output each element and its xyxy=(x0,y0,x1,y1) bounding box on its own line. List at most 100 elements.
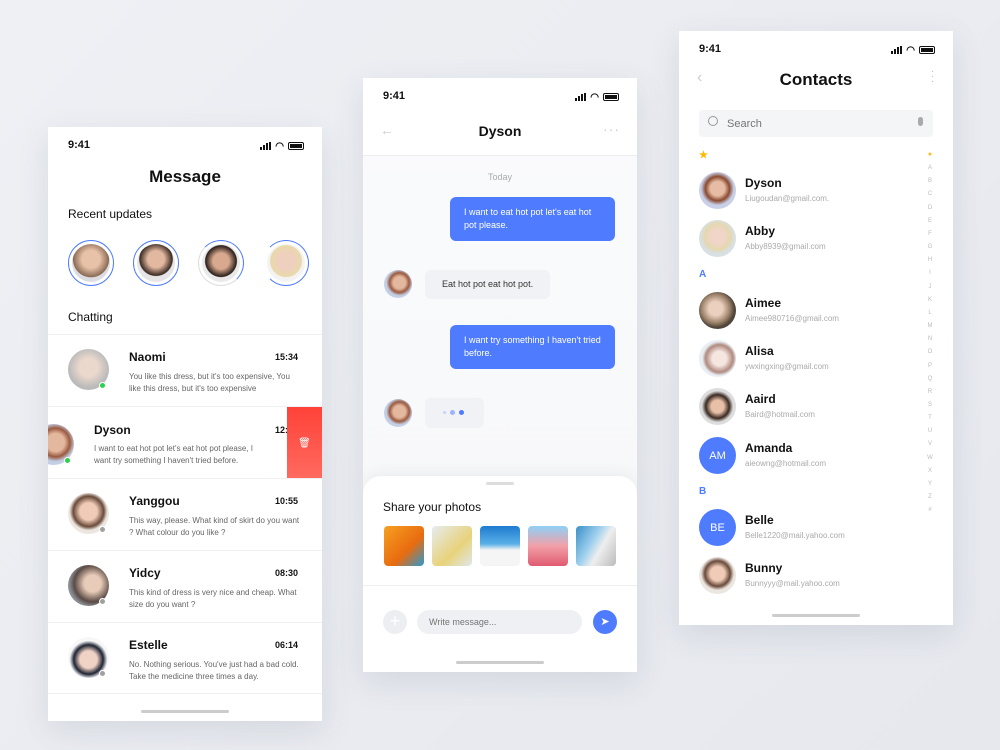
chat-name: Yanggou xyxy=(129,494,180,508)
index-letter[interactable]: V xyxy=(925,438,935,451)
index-letter[interactable]: J xyxy=(925,281,935,294)
search-bar[interactable] xyxy=(699,110,933,137)
index-letter[interactable]: U xyxy=(925,425,935,438)
contact-email: Aimee980716@gmail.com xyxy=(745,314,839,323)
status-bar: 9:41 ◠ xyxy=(383,90,619,104)
status-bar: 9:41 ◠ xyxy=(68,139,304,153)
trash-icon: 🗑 xyxy=(298,437,311,449)
index-letter[interactable]: D xyxy=(925,202,935,215)
index-letter[interactable]: F xyxy=(925,228,935,241)
index-letter[interactable]: A xyxy=(925,162,935,175)
contact-email: Abby8939@gmail.com xyxy=(745,242,826,251)
delete-button[interactable]: 🗑 xyxy=(287,407,322,478)
index-letter[interactable]: C xyxy=(925,188,935,201)
story-avatar[interactable] xyxy=(198,240,244,286)
contact-name: Aimee xyxy=(745,296,782,310)
chat-row-swiped[interactable]: Dyson12:32I want to eat hot pot let's ea… xyxy=(48,406,322,478)
search-input[interactable] xyxy=(727,110,897,137)
add-attachment-button[interactable]: + xyxy=(383,610,407,634)
message-bubble-received: Eat hot pot eat hot pot. xyxy=(425,270,551,299)
avatar xyxy=(699,388,736,425)
chatting-label: Chatting xyxy=(68,310,113,324)
contact-email: Baird@hotmail.com xyxy=(745,410,815,419)
chat-name: Dyson xyxy=(94,423,131,437)
index-letter[interactable]: E xyxy=(925,215,935,228)
index-letter[interactable]: Q xyxy=(925,373,935,386)
index-letter[interactable]: N xyxy=(925,333,935,346)
index-letter[interactable]: Z xyxy=(925,491,935,504)
contact-name: Belle xyxy=(745,513,774,527)
index-letter[interactable]: T xyxy=(925,412,935,425)
alphabet-index[interactable]: ★ A B C D E F G H I J K L M N O P Q R S T U V W X Y Z # xyxy=(925,149,935,517)
index-letter[interactable]: Y xyxy=(925,478,935,491)
more-icon[interactable]: ··· xyxy=(603,121,620,137)
index-letter[interactable]: L xyxy=(925,307,935,320)
typing-indicator xyxy=(425,398,484,428)
chat-row[interactable]: Naomi 15:34 You like this dress, but it's … xyxy=(48,334,322,406)
contact-name: Bunny xyxy=(745,561,783,575)
contact-email: Liugoudan@gmail.com. xyxy=(745,194,830,203)
send-button[interactable]: ➤ xyxy=(593,610,617,634)
chat-time: 06:14 xyxy=(274,640,298,650)
contact-email: Bunnyyy@mail.yahoo.com xyxy=(745,579,840,588)
contact-email: Belle1220@mail.yahoo.com xyxy=(745,531,845,540)
photo-thumbnail[interactable] xyxy=(480,526,520,566)
section-letter: A xyxy=(699,269,707,280)
contact-email: aieowng@hotmail.com xyxy=(745,459,827,468)
wifi-icon: ◠ xyxy=(906,44,915,56)
photo-thumbnail[interactable] xyxy=(576,526,616,566)
index-letter[interactable]: K xyxy=(925,294,935,307)
wifi-icon: ◠ xyxy=(275,140,284,152)
battery-icon xyxy=(288,142,304,150)
chat-title: Dyson xyxy=(478,123,522,139)
wifi-icon: ◠ xyxy=(590,91,599,103)
offline-indicator xyxy=(99,598,106,605)
index-letter[interactable]: X xyxy=(925,465,935,478)
status-time: 9:41 xyxy=(383,90,406,102)
chat-row[interactable]: Estelle 06:14 No. Nothing serious. You've … xyxy=(48,622,322,694)
index-letter[interactable]: G xyxy=(925,241,935,254)
chat-row[interactable]: Yanggou 10:55 This way, please. What kind … xyxy=(48,478,322,550)
contact-name: Abby xyxy=(745,224,775,238)
signal-icon xyxy=(575,93,587,101)
story-avatar[interactable] xyxy=(263,240,309,286)
index-letter[interactable]: ★ xyxy=(925,149,935,162)
more-vertical-icon[interactable]: · · · xyxy=(931,67,935,87)
index-letter[interactable]: # xyxy=(925,504,935,517)
contact-name: Aaird xyxy=(745,392,776,406)
index-letter[interactable]: H xyxy=(925,254,935,267)
section-letter: B xyxy=(699,486,707,497)
photo-thumbnail[interactable] xyxy=(528,526,568,566)
offline-indicator xyxy=(99,526,106,533)
microphone-icon[interactable] xyxy=(918,117,923,126)
battery-icon xyxy=(919,46,935,54)
index-letter[interactable]: M xyxy=(925,320,935,333)
page-title: Contacts xyxy=(779,70,853,89)
index-letter[interactable]: O xyxy=(925,346,935,359)
recent-updates-label: Recent updates xyxy=(68,207,153,221)
avatar xyxy=(699,340,736,377)
message-input[interactable] xyxy=(417,610,582,634)
chat-name: Yidcy xyxy=(129,566,161,580)
index-letter[interactable]: P xyxy=(925,360,935,373)
photo-thumbnail[interactable] xyxy=(384,526,424,566)
chat-preview: This way, please. What kind of skirt do … xyxy=(129,516,300,537)
contact-name: Dyson xyxy=(745,176,782,190)
avatar xyxy=(384,270,412,298)
story-avatar[interactable] xyxy=(68,240,114,286)
chat-row[interactable]: Yidcy 08:30 This kind of dress is very nic… xyxy=(48,550,322,622)
index-letter[interactable]: I xyxy=(925,267,935,280)
index-letter[interactable]: W xyxy=(925,452,935,465)
index-letter[interactable]: R xyxy=(925,386,935,399)
photo-thumbnail[interactable] xyxy=(432,526,472,566)
initials-avatar: BE xyxy=(699,509,736,546)
online-indicator xyxy=(64,457,71,464)
chat-time: 10:55 xyxy=(274,496,298,506)
story-avatar[interactable] xyxy=(133,240,179,286)
chat-name: Estelle xyxy=(129,638,168,652)
home-indicator xyxy=(141,710,229,713)
index-letter[interactable]: S xyxy=(925,399,935,412)
home-indicator xyxy=(456,661,544,664)
index-letter[interactable]: B xyxy=(925,175,935,188)
sheet-handle[interactable] xyxy=(486,482,514,485)
